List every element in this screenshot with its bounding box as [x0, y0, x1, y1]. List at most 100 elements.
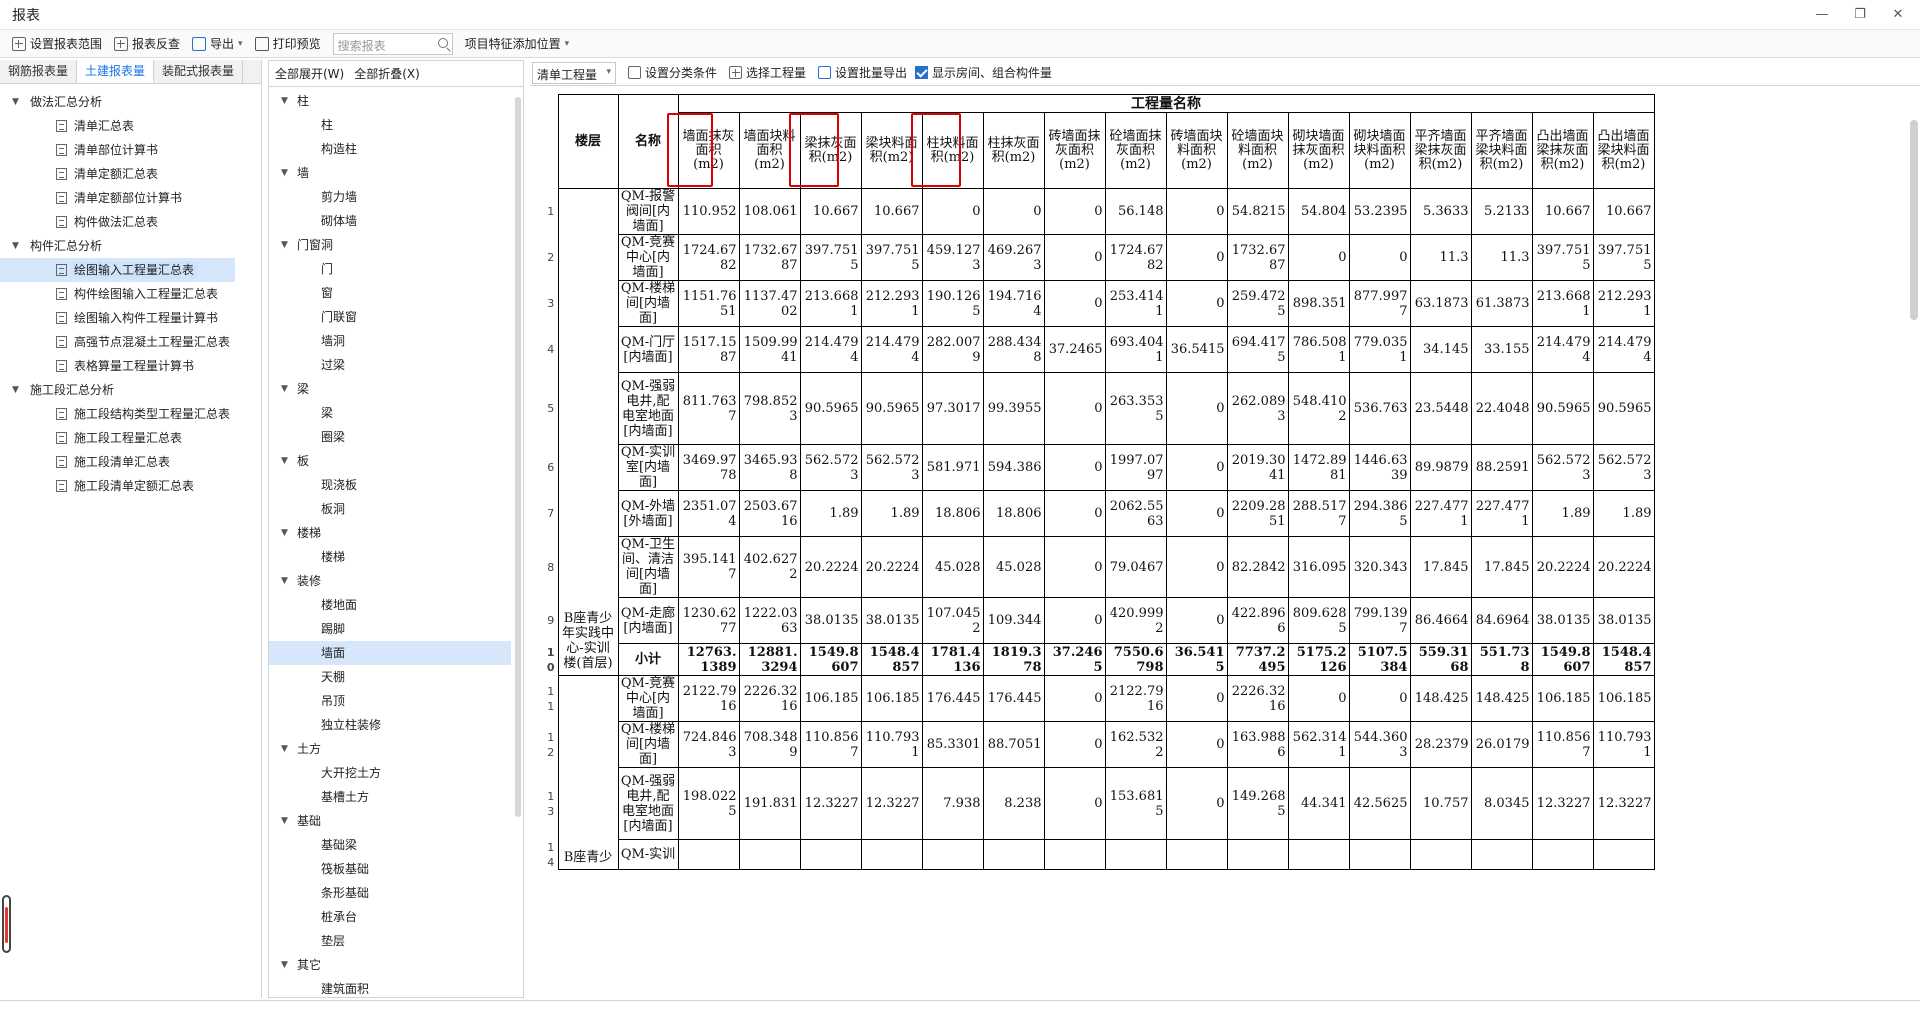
value-cell[interactable]: 10.667 — [860, 188, 923, 235]
tree-item[interactable]: 施工段清单定额汇总表 — [0, 474, 261, 498]
column-header[interactable]: 墙面抹灰面积(m2) — [677, 112, 740, 189]
value-cell[interactable]: 37.2465 — [1043, 326, 1106, 373]
tree-item[interactable]: 构件做法汇总表 — [0, 210, 261, 234]
table-row[interactable]: 8 QM-卫生间、清洁间[内墙面] 395.1417 402.6272 20.2224 2… — [544, 536, 1655, 598]
column-header[interactable]: 砼墙面抹灰面积(m2) — [1104, 112, 1167, 189]
value-cell[interactable]: 53.2395 — [1348, 188, 1411, 235]
value-cell[interactable]: 109.344 — [982, 597, 1045, 644]
tab-rebar-report[interactable]: 钢筋报表量 — [0, 60, 78, 83]
value-cell[interactable]: 176.445 — [921, 675, 984, 722]
table-row[interactable]: 4 QM-门厅[内墙面] 1517.1587 1509.9941 214.4794 214… — [544, 326, 1655, 373]
value-cell[interactable]: 0 — [1043, 444, 1106, 491]
value-cell[interactable]: 397.7515 — [1592, 234, 1655, 281]
value-cell[interactable]: 0 — [1165, 675, 1228, 722]
value-cell[interactable]: 320.343 — [1348, 536, 1411, 598]
value-cell[interactable]: 263.3535 — [1104, 372, 1167, 445]
scrollbar[interactable] — [515, 97, 521, 817]
value-cell[interactable]: 227.4771 — [1470, 490, 1533, 537]
value-cell[interactable]: 3469.9778 — [677, 444, 740, 491]
component-item[interactable]: 板洞 — [269, 497, 523, 521]
value-cell[interactable]: 0 — [1165, 280, 1228, 327]
value-cell[interactable]: 44.341 — [1287, 767, 1350, 840]
value-cell[interactable]: 18.806 — [921, 490, 984, 537]
close-icon[interactable]: ✕ — [1890, 6, 1906, 22]
value-cell[interactable]: 1724.6782 — [1104, 234, 1167, 281]
component-item[interactable]: 墙洞 — [269, 329, 523, 353]
component-item[interactable]: 梁 — [269, 401, 523, 425]
value-cell[interactable] — [1470, 839, 1533, 870]
value-cell[interactable]: 227.4771 — [1409, 490, 1472, 537]
value-cell[interactable] — [1043, 839, 1106, 870]
component-item[interactable]: 基槽土方 — [269, 785, 523, 809]
value-cell[interactable]: 1230.6277 — [677, 597, 740, 644]
component-group[interactable]: ▼ 板 — [269, 449, 523, 473]
value-cell[interactable]: 562.5723 — [799, 444, 862, 491]
report-reverse-button[interactable]: 报表反查 — [108, 33, 186, 55]
value-cell[interactable]: 38.0135 — [860, 597, 923, 644]
value-cell[interactable]: 7550.6798 — [1104, 643, 1167, 676]
value-cell[interactable]: 594.386 — [982, 444, 1045, 491]
value-cell[interactable]: 45.028 — [982, 536, 1045, 598]
table-row[interactable]: 2 QM-竞赛中心[内墙面] 1724.6782 1732.6787 397.7515 3… — [544, 234, 1655, 281]
value-cell[interactable]: 5175.2126 — [1287, 643, 1350, 676]
tree-group[interactable]: ▼ 做法汇总分析 — [0, 90, 261, 114]
table-row[interactable]: 14 QM-实训 — [544, 839, 1655, 870]
component-item[interactable]: 构造柱 — [269, 137, 523, 161]
value-cell[interactable]: 1549.8607 — [1531, 643, 1594, 676]
value-cell[interactable]: 84.6964 — [1470, 597, 1533, 644]
feature-position-dropdown[interactable]: 项目特征添加位置 ▾ — [459, 33, 576, 55]
value-cell[interactable]: 1446.6339 — [1348, 444, 1411, 491]
value-cell[interactable]: 148.425 — [1409, 675, 1472, 722]
value-cell[interactable]: 3465.938 — [738, 444, 801, 491]
value-cell[interactable]: 20.2224 — [1531, 536, 1594, 598]
component-group[interactable]: ▼ 墙 — [269, 161, 523, 185]
value-cell[interactable]: 779.0351 — [1348, 326, 1411, 373]
value-cell[interactable]: 17.845 — [1470, 536, 1533, 598]
value-cell[interactable]: 110.8567 — [1531, 721, 1594, 768]
value-cell[interactable]: 12.3227 — [1531, 767, 1594, 840]
value-cell[interactable]: 12.3227 — [860, 767, 923, 840]
value-cell[interactable]: 10.667 — [1592, 188, 1655, 235]
value-cell[interactable]: 548.4102 — [1287, 372, 1350, 445]
value-cell[interactable]: 54.8215 — [1226, 188, 1289, 235]
component-item[interactable]: 墙面 — [269, 641, 511, 665]
column-header[interactable]: 凸出墙面梁抹灰面积(m2) — [1531, 112, 1594, 189]
value-cell[interactable]: 0 — [921, 188, 984, 235]
tree-item[interactable]: 表格算量工程量计算书 — [0, 354, 261, 378]
expand-arrow-icon[interactable]: ▼ — [12, 90, 19, 114]
value-cell[interactable]: 149.2685 — [1226, 767, 1289, 840]
value-cell[interactable]: 20.2224 — [1592, 536, 1655, 598]
value-cell[interactable]: 581.971 — [921, 444, 984, 491]
value-cell[interactable]: 90.5965 — [1592, 372, 1655, 445]
value-cell[interactable]: 316.095 — [1287, 536, 1350, 598]
value-cell[interactable]: 1137.4702 — [738, 280, 801, 327]
value-cell[interactable]: 10.667 — [1531, 188, 1594, 235]
value-cell[interactable]: 799.1397 — [1348, 597, 1411, 644]
value-cell[interactable] — [1531, 839, 1594, 870]
value-cell[interactable]: 42.5625 — [1348, 767, 1411, 840]
value-cell[interactable]: 33.155 — [1470, 326, 1533, 373]
value-cell[interactable]: 294.3865 — [1348, 490, 1411, 537]
value-cell[interactable]: 61.3873 — [1470, 280, 1533, 327]
search-input[interactable]: 搜索报表 — [332, 32, 453, 55]
value-cell[interactable] — [738, 839, 801, 870]
value-cell[interactable]: 2226.3216 — [1226, 675, 1289, 722]
component-item[interactable]: 大开挖土方 — [269, 761, 523, 785]
value-cell[interactable]: 214.4794 — [860, 326, 923, 373]
table-row[interactable]: 12 QM-楼梯间[内墙面] 724.8463 708.3489 110.8567 110… — [544, 721, 1655, 768]
value-cell[interactable]: 562.5723 — [1531, 444, 1594, 491]
expand-arrow-icon[interactable]: ▼ — [12, 378, 19, 402]
value-cell[interactable]: 262.0893 — [1226, 372, 1289, 445]
table-row[interactable]: 7 QM-外墙[外墙面] 2351.074 2503.6716 1.89 1.89 18.8… — [544, 490, 1655, 537]
value-cell[interactable]: 194.7164 — [982, 280, 1045, 327]
value-cell[interactable]: 0 — [1165, 721, 1228, 768]
value-cell[interactable]: 1781.4136 — [921, 643, 984, 676]
value-cell[interactable]: 162.5322 — [1104, 721, 1167, 768]
value-cell[interactable]: 544.3603 — [1348, 721, 1411, 768]
value-cell[interactable]: 0 — [1287, 675, 1350, 722]
value-cell[interactable]: 88.2591 — [1470, 444, 1533, 491]
value-cell[interactable]: 38.0135 — [1592, 597, 1655, 644]
value-cell[interactable]: 0 — [1165, 234, 1228, 281]
value-cell[interactable]: 5107.5384 — [1348, 643, 1411, 676]
value-cell[interactable]: 2503.6716 — [738, 490, 801, 537]
